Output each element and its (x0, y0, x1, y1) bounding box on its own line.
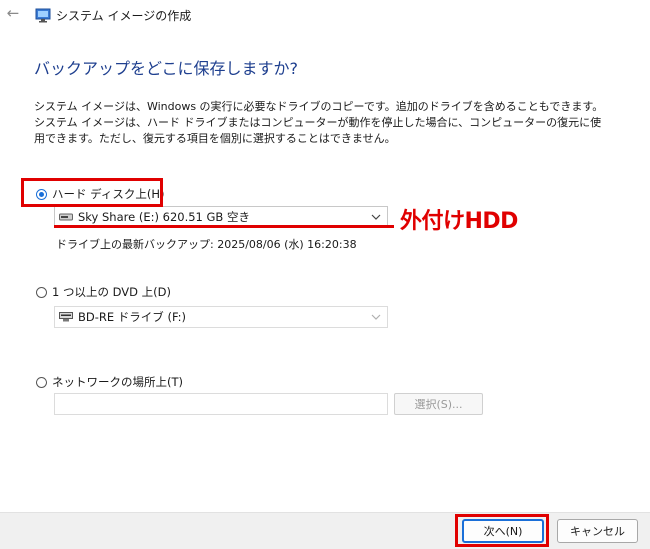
last-backup-info: ドライブ上の最新バックアップ: 2025/08/06 (水) 16:20:38 (56, 238, 357, 251)
cancel-button[interactable]: キャンセル (557, 519, 638, 543)
dialog-footer (0, 512, 650, 549)
hard-drive-icon (59, 213, 73, 221)
dvd-drive-value: BD-RE ドライブ (F:) (78, 310, 187, 324)
back-arrow-icon[interactable]: ← (4, 4, 22, 22)
system-image-app-icon (35, 8, 51, 23)
radio-hard-disk[interactable]: ハード ディスク上(H) (36, 186, 164, 202)
radio-hard-disk-label: ハード ディスク上(H) (52, 187, 165, 201)
radio-network[interactable]: ネットワークの場所上(T) (36, 374, 183, 390)
annotation-underline (54, 225, 394, 228)
page-description: システム イメージは、Windows の実行に必要なドライブのコピーです。追加の… (34, 100, 604, 145)
radio-button-unchecked[interactable] (36, 376, 47, 388)
page-heading: バックアップをどこに保存しますか? (34, 59, 299, 78)
radio-button-checked[interactable] (36, 188, 47, 200)
next-button[interactable]: 次へ(N) (462, 519, 544, 543)
title-bar: ← システム イメージの作成 (0, 0, 650, 30)
hard-disk-drive-value: Sky Share (E:) 620.51 GB 空き (78, 210, 250, 224)
radio-dvd[interactable]: 1 つ以上の DVD 上(D) (36, 284, 171, 300)
radio-network-label: ネットワークの場所上(T) (52, 375, 183, 389)
radio-dvd-label: 1 つ以上の DVD 上(D) (52, 285, 171, 299)
chevron-down-icon[interactable] (370, 210, 382, 224)
browse-button[interactable]: 選択(S)... (394, 393, 483, 415)
radio-button-unchecked[interactable] (36, 286, 47, 298)
window-title: システム イメージの作成 (56, 9, 192, 23)
network-path-input[interactable] (54, 393, 388, 415)
chevron-down-icon[interactable] (370, 310, 382, 324)
dvd-drive-icon (59, 312, 73, 322)
dvd-drive-select[interactable]: BD-RE ドライブ (F:) (54, 306, 388, 328)
annotation-label: 外付けHDD (400, 209, 518, 234)
